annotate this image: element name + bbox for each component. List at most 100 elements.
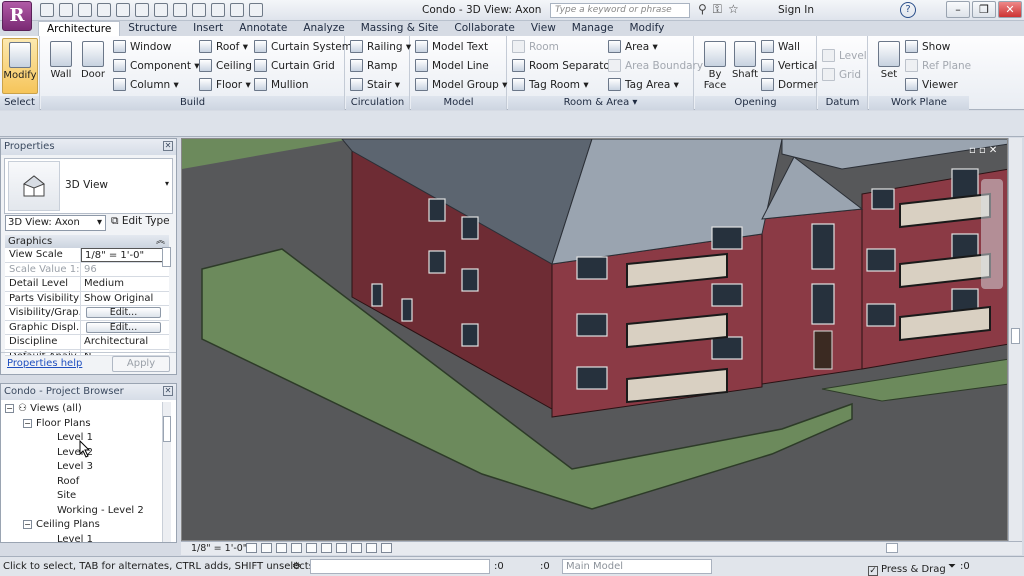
tab-massing-site[interactable]: Massing & Site: [353, 21, 447, 36]
collapse-toggle-icon[interactable]: −: [5, 404, 14, 413]
stair-button[interactable]: Stair ▾: [350, 77, 400, 95]
reveal-hidden-icon[interactable]: [366, 543, 377, 553]
room-button[interactable]: Room: [512, 39, 559, 57]
tree-node[interactable]: Level 1: [5, 431, 144, 446]
room-separator-button[interactable]: Room Separator: [512, 58, 614, 76]
ramp-button[interactable]: Ramp: [350, 58, 397, 76]
open-icon[interactable]: [40, 3, 54, 17]
tree-node[interactable]: Level 2: [5, 446, 144, 461]
tab-manage[interactable]: Manage: [564, 21, 622, 36]
visibility-edit-button[interactable]: Edit...: [86, 307, 161, 318]
tag-area-button[interactable]: Tag Area ▾: [608, 77, 679, 95]
visual-style-icon[interactable]: [261, 543, 272, 553]
print-icon[interactable]: [116, 3, 130, 17]
tree-node[interactable]: Working - Level 2: [5, 504, 144, 519]
browser-scroll-thumb[interactable]: [163, 416, 171, 442]
temporary-hide-icon[interactable]: [351, 543, 362, 553]
press-drag-checkbox[interactable]: ✓ Press & Drag: [868, 560, 946, 576]
room-area-panel-title[interactable]: Room & Area ▾: [508, 96, 693, 110]
binoculars-icon[interactable]: ⚲: [698, 2, 707, 17]
ceiling-button[interactable]: Ceiling: [199, 58, 252, 76]
subscription-icon[interactable]: ⚿: [713, 2, 722, 17]
search-input[interactable]: Type a keyword or phrase: [550, 3, 690, 18]
application-menu-button[interactable]: R: [2, 1, 32, 31]
mullion-button[interactable]: Mullion: [254, 77, 309, 95]
collapse-toggle-icon[interactable]: −: [23, 418, 32, 428]
dimension-icon[interactable]: [154, 3, 168, 17]
show-work-plane-button[interactable]: Show: [905, 39, 950, 57]
detail-level-icon[interactable]: [246, 543, 257, 553]
dormer-button[interactable]: Dormer: [761, 77, 818, 95]
tab-annotate[interactable]: Annotate: [231, 21, 295, 36]
shadows-icon[interactable]: [291, 543, 302, 553]
viewport-vertical-scrollbar[interactable]: [1008, 138, 1022, 541]
tree-node[interactable]: Level 1: [5, 533, 144, 543]
component-button[interactable]: Component ▾: [113, 58, 200, 76]
window-button[interactable]: Window: [113, 39, 171, 57]
measure-icon[interactable]: [135, 3, 149, 17]
edit-type-button[interactable]: ⧉ Edit Type: [111, 215, 170, 228]
undo-icon[interactable]: [78, 3, 92, 17]
ref-plane-button[interactable]: Ref Plane: [905, 58, 971, 76]
close-hidden-icon[interactable]: [230, 3, 244, 17]
apply-button[interactable]: Apply: [112, 356, 170, 372]
tab-modify[interactable]: Modify: [622, 21, 673, 36]
curtain-grid-button[interactable]: Curtain Grid: [254, 58, 335, 76]
save-icon[interactable]: [59, 3, 73, 17]
close-button[interactable]: ✕: [998, 1, 1022, 18]
horizontal-scroll-thumb[interactable]: [886, 543, 898, 553]
tree-node[interactable]: − ⚇ Views (all): [5, 402, 144, 417]
column-button[interactable]: Column ▾: [113, 77, 179, 95]
modify-button[interactable]: Modify: [2, 38, 38, 94]
show-crop-icon[interactable]: [321, 543, 332, 553]
workset-icon[interactable]: ⚙: [292, 557, 301, 576]
viewer-button[interactable]: Viewer: [905, 77, 958, 95]
lock-3d-icon[interactable]: [336, 543, 347, 553]
view-scale-control[interactable]: 1/8" = 1'-0": [191, 543, 247, 555]
close-icon[interactable]: ✕: [163, 141, 173, 151]
3d-view-icon[interactable]: [192, 3, 206, 17]
tab-structure[interactable]: Structure: [120, 21, 185, 36]
model-group-button[interactable]: Model Group ▾: [415, 77, 507, 95]
section-icon[interactable]: [211, 3, 225, 17]
sun-path-icon[interactable]: [276, 543, 287, 553]
properties-scrollbar[interactable]: [162, 247, 171, 267]
tree-node[interactable]: Roof: [5, 475, 144, 490]
tab-analyze[interactable]: Analyze: [295, 21, 352, 36]
door-button[interactable]: Door: [75, 38, 111, 94]
tree-node[interactable]: Level 3: [5, 460, 144, 475]
tag-room-button[interactable]: Tag Room ▾: [512, 77, 589, 95]
properties-help-link[interactable]: Properties help: [7, 358, 82, 369]
roof-button[interactable]: Roof ▾: [199, 39, 248, 57]
graphic-display-edit-button[interactable]: Edit...: [86, 321, 161, 333]
browser-scrollbar[interactable]: [162, 402, 171, 542]
vertical-scroll-thumb[interactable]: [1011, 328, 1020, 344]
temporary-view-properties-icon[interactable]: [381, 543, 392, 553]
area-boundary-button[interactable]: Area Boundary: [608, 58, 703, 76]
type-selector[interactable]: 3D View ▾: [4, 158, 173, 214]
grid-button[interactable]: Grid: [822, 67, 861, 85]
switch-windows-icon[interactable]: [249, 3, 263, 17]
model-line-button[interactable]: Model Line: [415, 58, 489, 76]
tree-node[interactable]: − Ceiling Plans: [5, 518, 144, 533]
view-scale-field[interactable]: 1/8" = 1'-0": [81, 248, 169, 262]
text-icon[interactable]: [173, 3, 187, 17]
tree-node[interactable]: Site: [5, 489, 144, 504]
help-icon[interactable]: ?: [900, 2, 916, 18]
tab-view[interactable]: View: [523, 21, 564, 36]
tree-node[interactable]: − Floor Plans: [5, 417, 144, 432]
close-icon[interactable]: ✕: [163, 386, 173, 396]
shaft-button[interactable]: Shaft: [727, 38, 763, 94]
view-instance-selector[interactable]: 3D View: Axon: [5, 215, 106, 231]
wall-button[interactable]: Wall: [43, 38, 79, 94]
view-window-controls[interactable]: ▫ ▫ ✕: [969, 145, 1003, 161]
wall-opening-button[interactable]: Wall: [761, 39, 800, 57]
design-options-field[interactable]: Main Model: [562, 559, 712, 574]
collapse-toggle-icon[interactable]: −: [23, 520, 32, 529]
workset-field[interactable]: [310, 559, 490, 574]
sign-in-button[interactable]: Sign In: [778, 4, 814, 16]
crop-view-icon[interactable]: [306, 543, 317, 553]
redo-icon[interactable]: [97, 3, 111, 17]
navigation-bar[interactable]: [981, 179, 1003, 289]
tab-architecture[interactable]: Architecture: [38, 21, 121, 36]
